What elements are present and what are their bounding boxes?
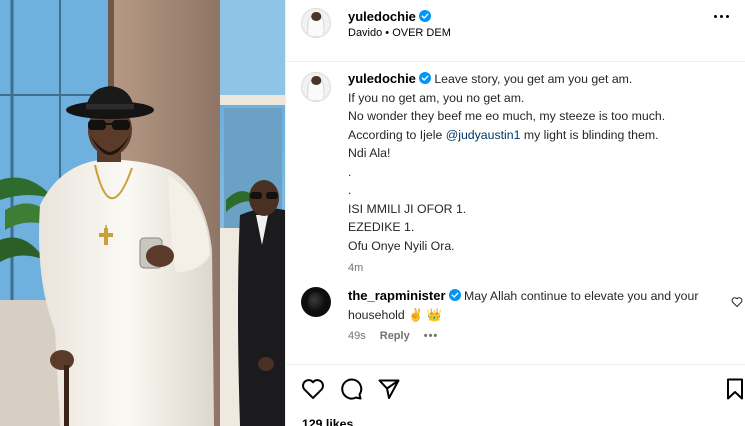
caption-line-3: No wonder they beef me eo much, my steez… [348, 109, 666, 123]
reply-button[interactable]: Reply [380, 330, 410, 342]
audio-track[interactable]: Davido • OVER DEM [348, 27, 451, 39]
caption-line-8: ISI MMILI JI OFOR 1. [348, 201, 467, 216]
avatar[interactable] [301, 8, 331, 38]
caption-line-4-post: my light is blinding them. [520, 127, 659, 142]
post-photo [0, 0, 285, 426]
verified-badge-icon [418, 10, 431, 22]
caption: yuledochie Leave story, you get am you g… [348, 70, 733, 278]
comment-icon[interactable] [339, 377, 363, 401]
post-author: yuledochie [348, 8, 431, 26]
comment: the_rapminister May Allah continue to el… [348, 287, 728, 324]
share-icon[interactable] [377, 377, 401, 401]
post-side-panel: yuledochie Davido • OVER DEM yuledochie … [285, 0, 745, 426]
post-header: yuledochie Davido • OVER DEM [286, 0, 745, 62]
caption-line-4: According to Ijele @judyaustin1 my light… [348, 126, 733, 145]
mention-link[interactable]: @judyaustin1 [446, 128, 521, 142]
caption-username[interactable]: yuledochie [348, 71, 416, 86]
bookmark-icon[interactable] [723, 377, 745, 401]
verified-badge-icon [418, 72, 431, 84]
more-options-icon[interactable] [712, 12, 732, 22]
caption-line-1: Leave story, you get am you get am. [430, 72, 633, 86]
verified-badge-icon [448, 289, 461, 301]
caption-timestamp[interactable]: 4m [348, 259, 733, 278]
heart-icon[interactable] [301, 377, 325, 401]
caption-line-5: Ndi Ala! [348, 146, 391, 160]
post-actions: 129 likes [286, 364, 745, 426]
caption-line-10: Ofu Onye Nyili Ora. [348, 238, 455, 253]
post-photo-illustration [0, 0, 285, 426]
caption-line-2: If you no get am, you no get am. [348, 90, 525, 105]
caption-line-4-pre: According to Ijele [348, 127, 446, 142]
comment-username[interactable]: the_rapminister [348, 288, 446, 303]
comment-more-button[interactable]: ••• [424, 330, 439, 342]
caption-line-7: . [348, 183, 352, 197]
comment-timestamp[interactable]: 49s [348, 330, 366, 342]
likes-count[interactable]: 129 likes [302, 417, 353, 426]
comment-meta: 49s Reply ••• [348, 330, 438, 342]
comment-avatar[interactable] [301, 287, 331, 317]
caption-line-6: . [348, 164, 352, 179]
caption-avatar[interactable] [301, 72, 331, 102]
post-username[interactable]: yuledochie [348, 9, 416, 24]
heart-outline-icon[interactable] [731, 296, 743, 308]
caption-line-9: EZEDIKE 1. [348, 220, 415, 234]
